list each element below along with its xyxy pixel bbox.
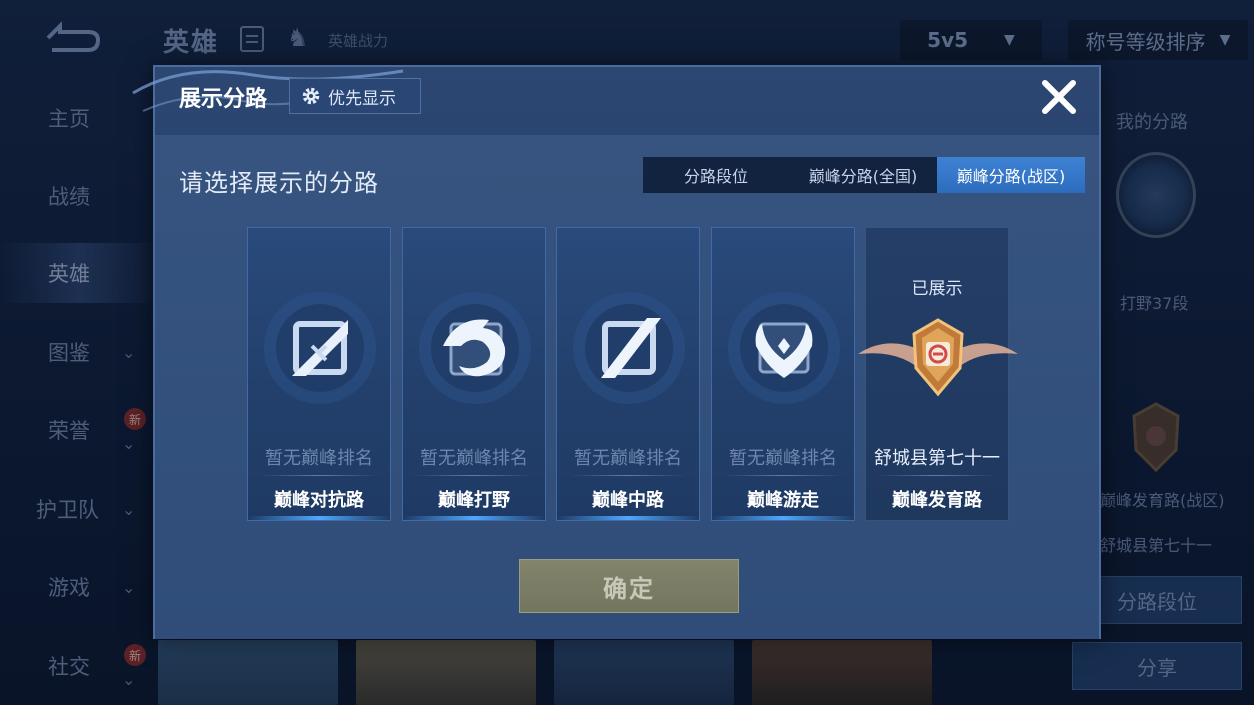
card-divider xyxy=(878,475,996,476)
peak-rank-text: 暂无巅峰排名 xyxy=(420,448,528,469)
lane-card-list: 暂无巅峰排名 巅峰对抗路 暂无巅峰排名 巅峰打野 暂无巅峰排名 巅峰中路 暂无巅… xyxy=(247,227,1018,521)
card-divider xyxy=(415,475,533,476)
peak-rank-text: 暂无巅峰排名 xyxy=(574,448,682,469)
peak-rank-text: 舒城县第七十一 xyxy=(874,448,1000,469)
tab-peak-national[interactable]: 巅峰分路(全国) xyxy=(789,157,937,193)
lane-card-jungle[interactable]: 暂无巅峰排名 巅峰打野 xyxy=(402,227,546,521)
lane-card-farm[interactable]: 已展示 舒城县第七十一 巅峰发育路 xyxy=(858,227,1018,521)
peak-rank-text: 暂无巅峰排名 xyxy=(265,448,373,469)
priority-display-button[interactable]: 优先显示 xyxy=(289,78,421,114)
lane-name: 巅峰中路 xyxy=(592,490,664,511)
gold-shield-icon xyxy=(858,318,1018,397)
sword-lane-icon xyxy=(264,292,376,404)
select-lane-prompt: 请选择展示的分路 xyxy=(179,169,379,197)
dialog-title: 展示分路 xyxy=(179,87,268,112)
card-divider xyxy=(724,475,842,476)
lane-tabs: 分路段位 巅峰分路(全国) 巅峰分路(战区) xyxy=(643,157,1085,193)
wings-lane-icon xyxy=(728,292,840,404)
dragon-lane-icon xyxy=(419,292,531,404)
lane-card-roam[interactable]: 暂无巅峰排名 巅峰游走 xyxy=(711,227,855,521)
priority-display-label: 优先显示 xyxy=(328,88,396,109)
lane-name: 巅峰游走 xyxy=(747,490,819,511)
tab-lane-rank[interactable]: 分路段位 xyxy=(643,157,789,193)
confirm-button[interactable]: 确定 xyxy=(519,559,739,613)
lane-name: 巅峰对抗路 xyxy=(274,490,364,511)
tab-peak-region[interactable]: 巅峰分路(战区) xyxy=(937,157,1085,193)
gear-icon xyxy=(302,87,320,105)
dialog-body: 请选择展示的分路 分路段位 巅峰分路(全国) 巅峰分路(战区) 暂无巅峰排名 巅… xyxy=(155,135,1099,639)
lane-name: 巅峰打野 xyxy=(438,490,510,511)
displayed-label: 已展示 xyxy=(911,279,963,299)
mid-lane-icon xyxy=(573,292,685,404)
display-lane-dialog: 展示分路 优先显示 请选择展示的分路 分路段位 巅峰分路(全国) 巅峰分路(战区… xyxy=(132,65,1101,639)
lane-card-top[interactable]: 暂无巅峰排名 巅峰对抗路 xyxy=(247,227,391,521)
lane-card-mid[interactable]: 暂无巅峰排名 巅峰中路 xyxy=(556,227,700,521)
card-glow xyxy=(403,516,545,520)
peak-rank-text: 暂无巅峰排名 xyxy=(729,448,837,469)
card-glow xyxy=(712,516,854,520)
close-icon[interactable] xyxy=(1039,77,1079,117)
card-divider xyxy=(569,475,687,476)
card-glow xyxy=(557,516,699,520)
card-divider xyxy=(260,475,378,476)
lane-name: 巅峰发育路 xyxy=(892,490,982,511)
card-glow xyxy=(248,516,390,520)
